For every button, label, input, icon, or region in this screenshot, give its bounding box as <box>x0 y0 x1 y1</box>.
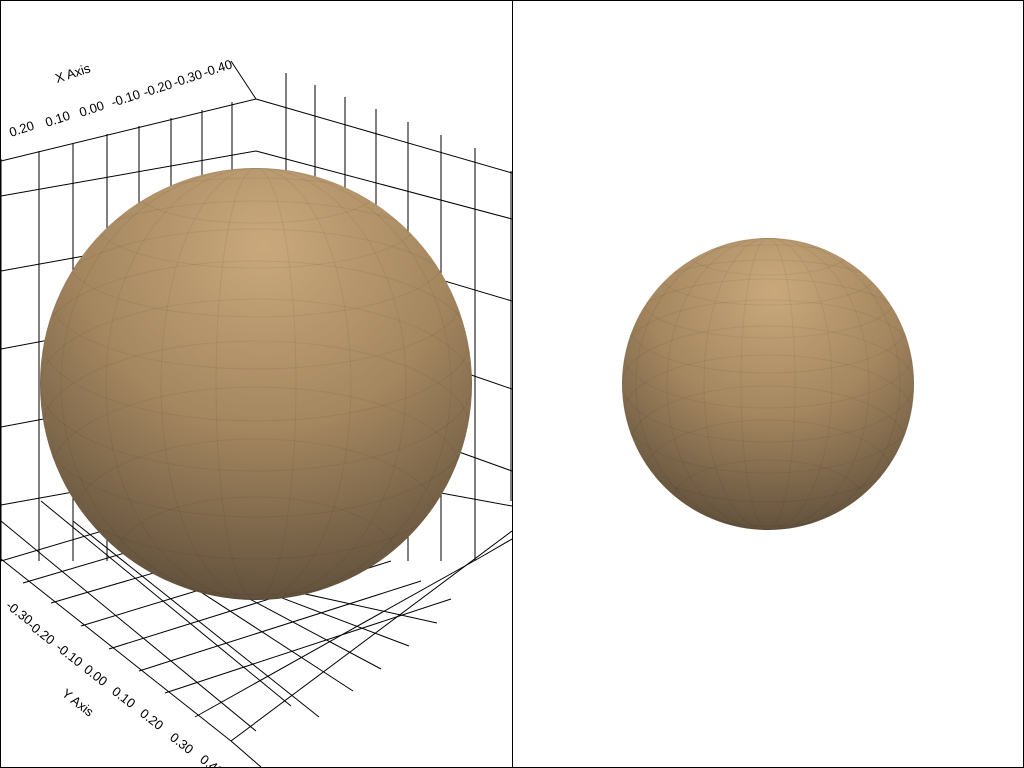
x-axis: X Axis 0.20 0.10 0.00 -0.10 -0.20 -0.30 … <box>7 56 234 139</box>
x-axis-tick: 0.10 <box>43 108 72 130</box>
sphere[interactable] <box>622 231 914 540</box>
y-axis-tick: 0.10 <box>109 684 138 711</box>
y-axis-tick: -0.10 <box>53 640 86 670</box>
x-axis-tick: 0.00 <box>77 98 106 120</box>
y-axis-title: Y Axis <box>59 686 97 720</box>
right-viewport[interactable] <box>512 0 1024 768</box>
x-axis-tick: -0.20 <box>141 76 174 99</box>
x-axis-tick: -0.30 <box>171 66 204 89</box>
left-viewport[interactable]: X Axis 0.20 0.10 0.00 -0.10 -0.20 -0.30 … <box>0 0 513 768</box>
sphere[interactable] <box>40 159 472 617</box>
render-window: X Axis 0.20 0.10 0.00 -0.10 -0.20 -0.30 … <box>0 0 1024 768</box>
y-axis-tick: 0.00 <box>81 662 110 689</box>
x-axis-title: X Axis <box>53 60 92 86</box>
left-scene: X Axis 0.20 0.10 0.00 -0.10 -0.20 -0.30 … <box>1 56 512 767</box>
right-scene <box>622 231 914 540</box>
y-axis-tick: 0.20 <box>137 706 166 733</box>
y-axis-tick: 0.40 <box>197 752 226 767</box>
x-axis-tick: 0.20 <box>7 118 36 140</box>
x-axis-tick: -0.10 <box>109 86 142 109</box>
y-axis-tick: 0.30 <box>167 730 196 757</box>
x-axis-tick: -0.40 <box>201 56 234 79</box>
y-axis-tick: -0.20 <box>25 618 58 648</box>
